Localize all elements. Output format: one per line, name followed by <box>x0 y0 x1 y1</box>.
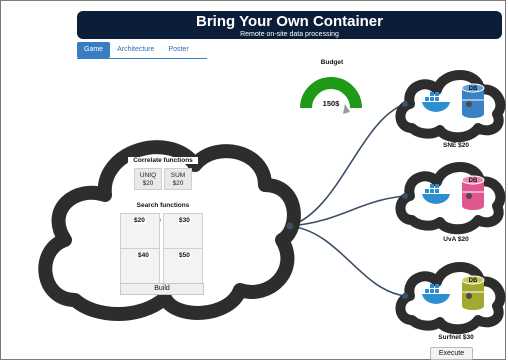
correlate-uniq-card[interactable]: UNIQ $20 <box>134 168 162 190</box>
search-tool-trap-price: $40 <box>137 252 150 259</box>
search-tool-rod[interactable]: $30 <box>163 213 203 251</box>
correlate-sum-price: $20 <box>172 180 184 187</box>
search-tool-line-price: $50 <box>178 252 191 259</box>
correlate-sum-card[interactable]: SUM $20 <box>164 168 192 190</box>
correlate-functions-label: Correlate functions <box>128 157 198 164</box>
search-functions-label: Search functions <box>136 202 190 209</box>
network-links <box>289 103 406 297</box>
search-tool-net[interactable]: $20 <box>120 213 160 251</box>
db-label-surfnet: DB <box>468 278 478 284</box>
provider-label-uva: UvA $20 <box>443 236 469 243</box>
link-sne <box>289 103 406 227</box>
build-button[interactable]: Build <box>120 283 204 295</box>
budget-value: 150$ <box>322 99 340 108</box>
scene-graphics <box>38 70 506 335</box>
provider-label-surfnet: Surfnet $30 <box>438 334 474 341</box>
provider-cloud-sne <box>395 70 506 143</box>
search-tool-line[interactable]: $50 <box>163 248 203 286</box>
correlate-sum-name: SUM <box>170 172 186 179</box>
search-tool-rod-price: $30 <box>178 217 191 224</box>
provider-label-sne: SNE $20 <box>442 142 470 149</box>
budget-label: Budget <box>320 59 344 66</box>
db-label-uva: DB <box>468 178 478 184</box>
search-tool-net-price: $20 <box>133 217 146 224</box>
provider-cloud-surfnet <box>395 262 506 335</box>
execute-button[interactable]: Execute <box>430 347 473 360</box>
correlate-uniq-name: UNIQ <box>139 172 157 179</box>
hub-node <box>286 222 294 230</box>
search-tool-trap[interactable]: $40 <box>120 248 160 286</box>
link-uva <box>289 195 406 227</box>
correlate-uniq-price: $20 <box>142 180 154 187</box>
provider-cloud-uva <box>395 162 506 235</box>
db-label-sne: DB <box>468 86 478 92</box>
link-surfnet <box>289 225 406 297</box>
